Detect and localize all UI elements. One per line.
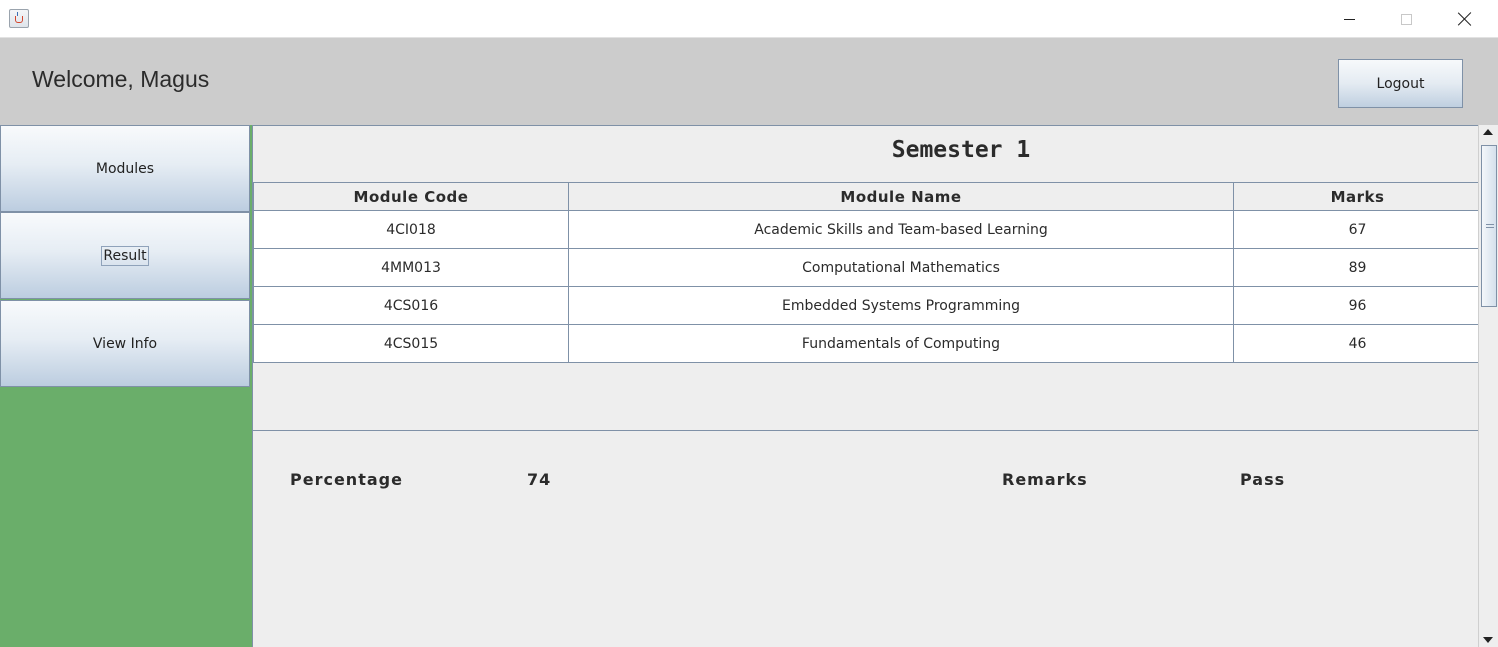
table-row[interactable]: 4CS016 Embedded Systems Programming 96	[253, 286, 1482, 325]
percentage-value: 74	[527, 470, 552, 489]
close-button[interactable]	[1436, 0, 1494, 38]
java-cup-icon	[9, 9, 29, 28]
column-header-module-name[interactable]: Module Name	[568, 182, 1234, 211]
window-titlebar	[0, 0, 1498, 38]
page-title: Semester 1	[891, 137, 1031, 163]
remarks-label: Remarks	[1002, 470, 1088, 489]
cell-module-code[interactable]: 4MM013	[253, 248, 569, 287]
cell-module-name[interactable]: Academic Skills and Team-based Learning	[568, 210, 1234, 249]
column-header-module-code[interactable]: Module Code	[253, 182, 569, 211]
grip-icon	[1486, 224, 1494, 228]
scrollbar-thumb[interactable]	[1481, 145, 1497, 307]
column-header-marks[interactable]: Marks	[1233, 182, 1482, 211]
sidebar-item-result[interactable]: Result	[0, 212, 250, 299]
results-table: Module Code Module Name Marks 4CI018 Aca…	[253, 182, 1482, 363]
cell-module-code[interactable]: 4CS015	[253, 324, 569, 363]
results-table-container: Module Code Module Name Marks 4CI018 Aca…	[253, 182, 1482, 431]
scroll-up-icon[interactable]	[1483, 129, 1493, 135]
sidebar-item-modules[interactable]: Modules	[0, 125, 250, 212]
table-header-row: Module Code Module Name Marks	[253, 182, 1482, 211]
welcome-text: Welcome, Magus	[32, 66, 210, 92]
cell-module-name[interactable]: Computational Mathematics	[568, 248, 1234, 287]
cell-marks[interactable]: 89	[1233, 248, 1482, 287]
remarks-value: Pass	[1240, 470, 1286, 489]
percentage-label: Percentage	[290, 470, 403, 489]
vertical-scrollbar[interactable]	[1478, 125, 1498, 647]
logout-button[interactable]: Logout	[1338, 59, 1463, 108]
cell-marks[interactable]: 96	[1233, 286, 1482, 325]
cell-module-code[interactable]: 4CS016	[253, 286, 569, 325]
cell-module-name[interactable]: Fundamentals of Computing	[568, 324, 1234, 363]
maximize-icon	[1400, 13, 1412, 25]
close-icon	[1458, 12, 1472, 26]
sidebar: Modules Result View Info	[0, 125, 252, 647]
maximize-button[interactable]	[1377, 0, 1435, 38]
minimize-icon	[1343, 18, 1355, 20]
table-row[interactable]: 4CS015 Fundamentals of Computing 46	[253, 324, 1482, 363]
table-row[interactable]: 4MM013 Computational Mathematics 89	[253, 248, 1482, 287]
sidebar-item-view-info[interactable]: View Info	[0, 300, 250, 387]
sidebar-item-label: Modules	[95, 160, 155, 177]
app-header: Welcome, Magus Logout	[0, 38, 1498, 125]
scroll-down-icon[interactable]	[1483, 637, 1493, 643]
main-content: Semester 1 Module Code Module Name Marks…	[252, 125, 1498, 647]
sidebar-item-label: Result	[101, 245, 149, 266]
cell-marks[interactable]: 67	[1233, 210, 1482, 249]
minimize-button[interactable]	[1320, 0, 1378, 38]
cell-module-code[interactable]: 4CI018	[253, 210, 569, 249]
sidebar-item-label: View Info	[92, 335, 158, 352]
cell-module-name[interactable]: Embedded Systems Programming	[568, 286, 1234, 325]
cell-marks[interactable]: 46	[1233, 324, 1482, 363]
table-row[interactable]: 4CI018 Academic Skills and Team-based Le…	[253, 210, 1482, 249]
